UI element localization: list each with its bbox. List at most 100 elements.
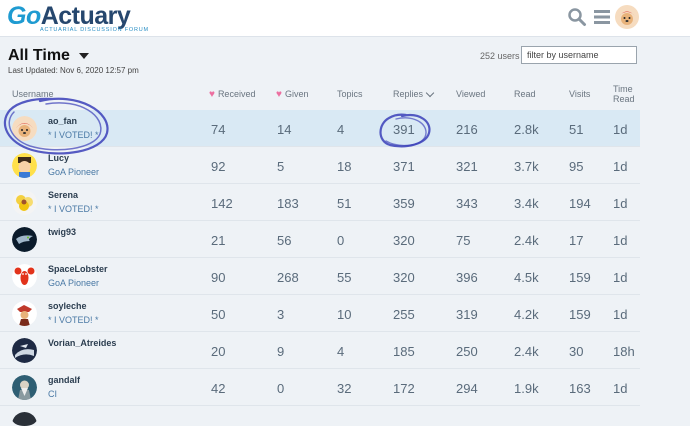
- cartoon-avatar-icon: [12, 153, 37, 178]
- table-row: SpaceLobster GoA Pioneer 90 268 55 320 3…: [0, 258, 640, 295]
- username-link[interactable]: Lucy: [48, 153, 69, 163]
- replies-value: 320: [393, 270, 415, 285]
- viewed-value: 75: [456, 233, 471, 248]
- col-received[interactable]: ♥ Received: [209, 89, 255, 100]
- caret-down-icon: [78, 52, 89, 59]
- read-value: 4.5k: [514, 270, 539, 285]
- username-link[interactable]: Vorian_Atreides: [48, 338, 116, 348]
- received-value: 21: [211, 233, 226, 248]
- read-value: 4.2k: [514, 307, 539, 322]
- received-value: 90: [211, 270, 226, 285]
- dog-avatar-icon: [12, 116, 37, 141]
- current-user-avatar[interactable]: [615, 5, 639, 29]
- table-row: soyleche * I VOTED! * 50 3 10 255 319 4.…: [0, 295, 640, 332]
- col-replies[interactable]: Replies: [393, 88, 435, 99]
- logo-go: Go: [7, 2, 41, 30]
- user-avatar[interactable]: [12, 153, 37, 178]
- given-value: 268: [277, 270, 299, 285]
- col-username[interactable]: Username: [12, 89, 54, 99]
- username-filter-input[interactable]: [521, 46, 637, 64]
- dune-avatar-icon: [12, 338, 37, 363]
- user-count: 252 users: [480, 51, 520, 61]
- topics-value: 32: [337, 381, 352, 396]
- received-value: 74: [211, 122, 226, 137]
- site-header: GoActuary ACTUARIAL DISCUSSION FORUM: [0, 0, 690, 37]
- topics-value: 10: [337, 307, 352, 322]
- visits-value: 159: [569, 270, 591, 285]
- lobster-avatar-icon: [12, 264, 37, 289]
- search-icon[interactable]: [567, 7, 587, 27]
- read-value: 2.8k: [514, 122, 539, 137]
- time-read-value: 1d: [613, 196, 628, 211]
- table-row: twig93 21 56 0 320 75 2.4k 17 1d: [0, 221, 640, 258]
- user-avatar[interactable]: [12, 412, 37, 426]
- topics-value: 4: [337, 344, 345, 359]
- username-link[interactable]: Serena: [48, 190, 78, 200]
- viewed-value: 319: [456, 307, 478, 322]
- user-avatar[interactable]: [12, 301, 37, 326]
- viewed-value: 294: [456, 381, 478, 396]
- seahawks-logo-icon: [12, 227, 37, 252]
- time-read-value: 1d: [613, 307, 628, 322]
- user-avatar[interactable]: [12, 227, 37, 252]
- col-viewed[interactable]: Viewed: [456, 89, 485, 99]
- time-read-value: 1d: [613, 233, 628, 248]
- read-value: 2.4k: [514, 233, 539, 248]
- visits-value: 95: [569, 159, 584, 174]
- col-time-read[interactable]: Time Read: [613, 84, 635, 104]
- user-avatar[interactable]: [12, 375, 37, 400]
- viewed-value: 343: [456, 196, 478, 211]
- col-visits[interactable]: Visits: [569, 89, 590, 99]
- user-avatar[interactable]: [12, 338, 37, 363]
- col-given[interactable]: ♥ Given: [276, 89, 308, 100]
- received-value: 50: [211, 307, 226, 322]
- avatar-icon: [12, 412, 37, 426]
- logo-tagline: ACTUARIAL DISCUSSION FORUM: [40, 27, 149, 33]
- hamburger-menu-icon[interactable]: [592, 7, 612, 27]
- replies-value: 371: [393, 159, 415, 174]
- visits-value: 159: [569, 307, 591, 322]
- time-read-value: 1d: [613, 270, 628, 285]
- received-value: 20: [211, 344, 226, 359]
- replies-value: 255: [393, 307, 415, 322]
- topics-value: 51: [337, 196, 352, 211]
- time-read-value: 18h: [613, 344, 635, 359]
- heart-icon: ♥: [209, 89, 215, 100]
- user-avatar[interactable]: [12, 264, 37, 289]
- table-row-partial: [0, 406, 640, 426]
- col-topics[interactable]: Topics: [337, 89, 363, 99]
- given-value: 14: [277, 122, 292, 137]
- period-label: All Time: [8, 47, 70, 64]
- user-title: GoA Pioneer: [48, 278, 100, 288]
- replies-value: 320: [393, 233, 415, 248]
- username-link[interactable]: ao_fan: [48, 116, 77, 126]
- username-link[interactable]: SpaceLobster: [48, 264, 108, 274]
- received-value: 142: [211, 196, 233, 211]
- col-read[interactable]: Read: [514, 89, 536, 99]
- character-avatar-icon: [12, 301, 37, 326]
- username-link[interactable]: soyleche: [48, 301, 87, 311]
- flower-avatar-icon: [12, 190, 37, 215]
- wizard-avatar-icon: [12, 375, 37, 400]
- username-link[interactable]: twig93: [48, 227, 76, 237]
- table-row: Lucy GoA Pioneer 92 5 18 371 321 3.7k 95…: [0, 147, 640, 184]
- user-title: CI: [48, 389, 57, 399]
- topics-value: 4: [337, 122, 345, 137]
- received-value: 42: [211, 381, 226, 396]
- visits-value: 51: [569, 122, 584, 137]
- viewed-value: 216: [456, 122, 478, 137]
- table-header: Username ♥ Received ♥ Given Topics Replies…: [0, 84, 640, 110]
- visits-value: 30: [569, 344, 584, 359]
- given-value: 183: [277, 196, 299, 211]
- user-title: * I VOTED! *: [48, 315, 99, 325]
- viewed-value: 396: [456, 270, 478, 285]
- table-row: Vorian_Atreides 20 9 4 185 250 2.4k 30 1…: [0, 332, 640, 369]
- leaderboard-rows: ao_fan * I VOTED! * 74 14 4 391 216 2.8k…: [0, 110, 640, 426]
- user-avatar[interactable]: [12, 190, 37, 215]
- visits-value: 194: [569, 196, 591, 211]
- period-dropdown[interactable]: All Time: [8, 47, 89, 65]
- time-read-value: 1d: [613, 122, 628, 137]
- user-avatar[interactable]: [12, 116, 37, 141]
- given-value: 56: [277, 233, 292, 248]
- username-link[interactable]: gandalf: [48, 375, 80, 385]
